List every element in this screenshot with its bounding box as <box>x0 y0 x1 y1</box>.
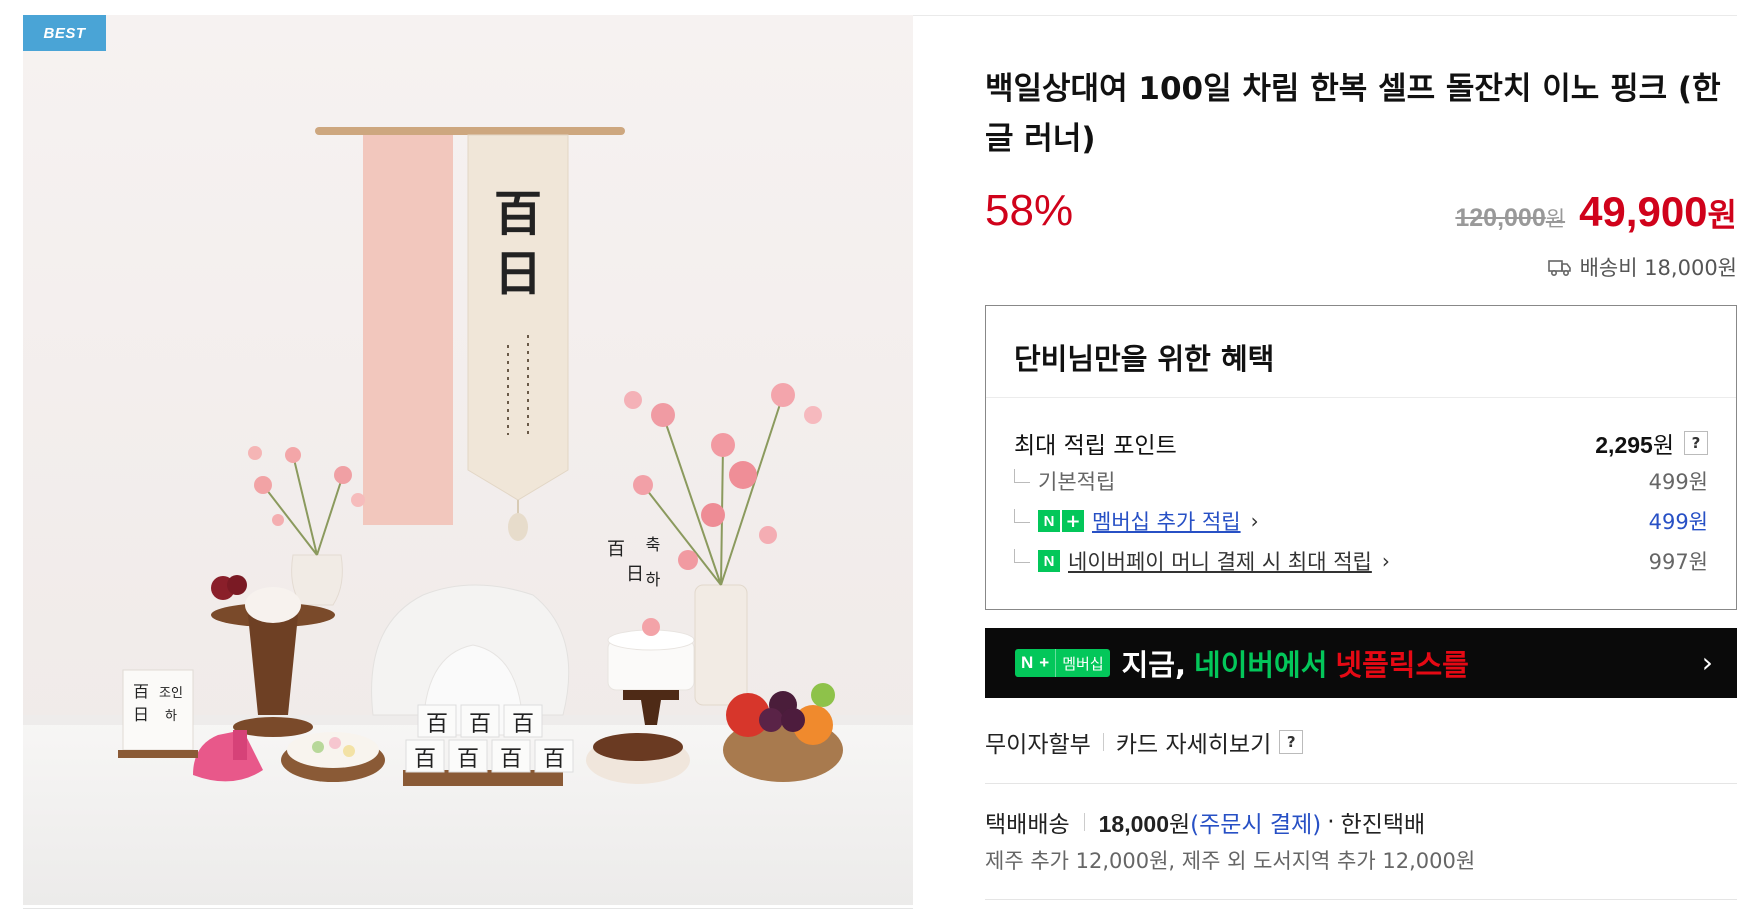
membership-points-row: N + 멤버십 추가 적립 › 499원 <box>1014 506 1708 536</box>
sale-price: 49,900원 <box>1579 188 1737 235</box>
svg-text:百: 百 <box>500 747 522 772</box>
chevron-right-icon: › <box>1250 509 1259 533</box>
svg-text:百: 百 <box>607 539 625 560</box>
svg-text:日: 日 <box>626 564 644 585</box>
image-bottom-rule <box>23 908 913 909</box>
benefit-title: 단비님만을 위한 혜택 <box>1014 342 1275 376</box>
svg-text:조인: 조인 <box>159 686 183 701</box>
svg-text:百: 百 <box>457 747 479 772</box>
delivery-row: 택배배송 18,000원 (주문시 결제) · 한진택배 <box>985 805 1425 839</box>
divider <box>985 899 1737 900</box>
hanging-char-1: 百 <box>494 186 542 242</box>
divider <box>985 783 1737 784</box>
top-rule <box>913 15 1737 16</box>
svg-text:日: 日 <box>133 705 149 724</box>
banner-text-now: 지금, <box>1121 648 1187 682</box>
chocolate-bowl <box>586 733 690 784</box>
tree-connector <box>1014 509 1030 523</box>
installment-row: 무이자할부 카드 자세히보기 ? <box>985 725 1304 759</box>
tree-connector <box>1014 549 1030 563</box>
installment-help-button[interactable]: ? <box>1279 730 1304 754</box>
svg-text:百: 百 <box>543 747 565 772</box>
naverpay-points-link[interactable]: 네이버페이 머니 결제 시 최대 적립 <box>1068 546 1372 576</box>
max-points-row: 최대 적립 포인트 2,295원 ? <box>1014 426 1708 460</box>
basic-points-row: 기본적립 499원 <box>1014 466 1708 496</box>
hanging-rod <box>315 127 625 135</box>
svg-text:하: 하 <box>646 570 661 589</box>
svg-text:百: 百 <box>469 712 491 737</box>
naver-plus-membership-badge: N + 멤버십 <box>1015 649 1110 677</box>
interest-free-label: 무이자할부 <box>985 732 1091 758</box>
svg-text:百: 百 <box>414 747 436 772</box>
delivery-method: 택배배송 <box>985 812 1070 838</box>
naverpay-points-row: N 네이버페이 머니 결제 시 최대 적립 › 997원 <box>1014 546 1708 576</box>
membership-points-link[interactable]: 멤버십 추가 적립 <box>1092 506 1241 536</box>
membership-points-value: 499원 <box>1648 510 1708 534</box>
svg-text:축: 축 <box>646 535 661 554</box>
card-details-link[interactable]: 카드 자세히보기 <box>1116 725 1271 759</box>
delivery-fee-note: (주문시 결제) <box>1190 812 1322 838</box>
basic-points-value: 499원 <box>1648 470 1708 494</box>
svg-text:百: 百 <box>133 682 149 701</box>
rice-cake-plate <box>281 732 385 782</box>
pink-runner <box>363 135 453 525</box>
chevron-right-icon: › <box>1381 549 1390 573</box>
separator <box>1083 813 1085 831</box>
chevron-right-icon: › <box>1701 646 1713 679</box>
best-badge: BEST <box>23 15 106 51</box>
basic-points-label: 기본적립 <box>1038 470 1116 494</box>
left-sign-board: 百 조인 日 하 <box>118 669 198 758</box>
benefit-divider <box>986 397 1736 398</box>
hanging-char-2: 日 <box>494 246 542 302</box>
fruit-basket <box>723 683 843 782</box>
banner-text-netflix: 넷플릭스를 <box>1335 648 1469 682</box>
svg-text:百: 百 <box>512 712 534 737</box>
product-photo: 百 日 百 百 百 百 百 百 百 百 조인 日 하 百 日 축 하 <box>23 15 913 905</box>
svg-text:하: 하 <box>165 709 177 724</box>
naver-pay-icon: N <box>1038 550 1060 572</box>
delivery-extra-fee: 제주 추가 12,000원, 제주 외 도서지역 추가 12,000원 <box>985 849 1476 873</box>
benefit-box: 단비님만을 위한 혜택 최대 적립 포인트 2,295원 ? 기본적립 499원… <box>985 305 1737 610</box>
separator <box>1102 733 1104 751</box>
svg-text:百: 百 <box>426 712 448 737</box>
product-title: 백일상대여 100일 차림 한복 셀프 돌잔치 이노 핑크 (한글 러너) <box>985 71 1721 157</box>
membership-banner[interactable]: N + 멤버십 지금, 네이버에서 넷플릭스를 › <box>985 628 1737 698</box>
points-help-button[interactable]: ? <box>1684 431 1708 455</box>
shipping-fee-line: 배송비 18,000원 <box>1547 252 1737 282</box>
original-price: 120,000원 <box>1455 204 1566 232</box>
truck-icon <box>1547 260 1571 277</box>
product-image[interactable]: 百 日 百 百 百 百 百 百 百 百 조인 日 하 百 日 축 하 BEST <box>23 15 913 905</box>
max-points-label: 최대 적립 포인트 <box>1014 433 1177 459</box>
price-row: 120,000원 49,900원 <box>1455 188 1737 236</box>
delivery-carrier: 한진택배 <box>1340 812 1426 838</box>
banner-text-naver: 네이버에서 <box>1194 648 1328 682</box>
tree-connector <box>1014 469 1030 483</box>
shipping-fee-text: 배송비 18,000원 <box>1579 256 1737 280</box>
discount-rate: 58% <box>985 186 1074 235</box>
naverpay-points-value: 997원 <box>1648 550 1708 574</box>
naver-plus-membership-icon: N + <box>1038 510 1084 532</box>
product-info: 백일상대여 100일 차림 한복 셀프 돌잔치 이노 핑크 (한글 러너) 58… <box>913 0 1737 915</box>
dot-separator: · <box>1327 809 1335 835</box>
max-points-value: 2,295원 <box>1595 432 1674 458</box>
delivery-fee: 18,000원 <box>1098 811 1191 837</box>
